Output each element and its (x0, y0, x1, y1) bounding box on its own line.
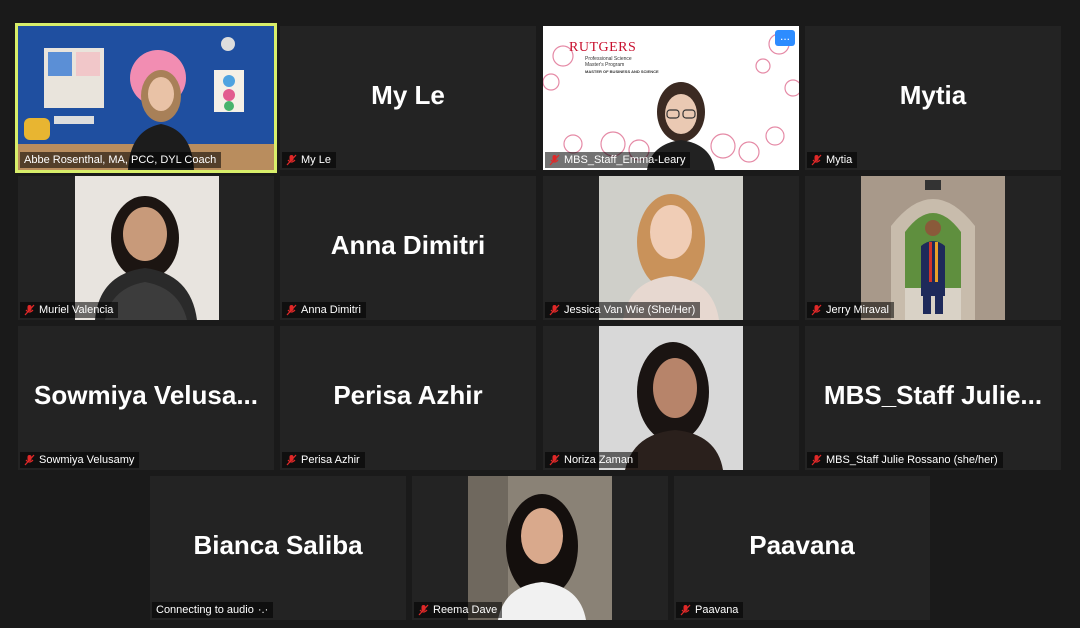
video-tile-anna-dimitri[interactable]: Anna Dimitri Anna Dimitri (280, 176, 536, 320)
participant-video (75, 176, 219, 320)
video-tile-muriel-valencia[interactable]: Muriel Valencia (18, 176, 274, 320)
muted-mic-icon (286, 154, 297, 166)
participant-display-name: Sowmiya Velusa... (34, 380, 258, 411)
muted-mic-icon (549, 454, 560, 466)
video-tile-abbe-rosenthal[interactable]: Abbe Rosenthal, MA, PCC, DYL Coach (15, 23, 277, 173)
participant-label: Mytia (807, 152, 858, 168)
participant-label: My Le (282, 152, 336, 168)
participant-display-name: Mytia (899, 80, 967, 111)
participant-name: Reema Dave (433, 604, 498, 616)
participant-label: Abbe Rosenthal, MA, PCC, DYL Coach (20, 152, 222, 168)
video-tile-paavana[interactable]: Paavana Paavana (674, 476, 930, 620)
participant-name: MBS_Staff Julie Rossano (she/her) (826, 454, 998, 466)
video-tile-jessica-van-wie[interactable]: Jessica Van Wie (She/Her) (543, 176, 799, 320)
participant-name: Noriza Zaman (564, 454, 634, 466)
video-tile-jerry-miraval[interactable]: Jerry Miraval (805, 176, 1061, 320)
video-tile-my-le[interactable]: My Le My Le (280, 26, 536, 170)
participant-name: Jerry Miraval (826, 304, 889, 316)
participant-name: Mytia (826, 154, 853, 166)
video-tile-bianca-saliba[interactable]: Bianca Saliba Connecting to audio ·.· (150, 476, 406, 620)
rutgers-logo: RUTGERS (569, 40, 637, 55)
muted-mic-icon (24, 304, 35, 316)
muted-mic-icon (549, 154, 560, 166)
participant-name: Sowmiya Velusamy (39, 454, 135, 466)
participant-label: Noriza Zaman (545, 452, 639, 468)
participant-label: MBS_Staff Julie Rossano (she/her) (807, 452, 1003, 468)
participant-display-name: Perisa Azhir (333, 380, 483, 411)
participant-name: Jessica Van Wie (She/Her) (564, 304, 696, 316)
muted-mic-icon (811, 454, 822, 466)
participant-name: Perisa Azhir (301, 454, 360, 466)
participant-label: Jerry Miraval (807, 302, 894, 318)
participant-label: Muriel Valencia (20, 302, 119, 318)
participant-name: Anna Dimitri (301, 304, 361, 316)
participant-name: Abbe Rosenthal, MA, PCC, DYL Coach (24, 154, 217, 166)
participant-label: MBS_Staff_Emma-Leary (545, 152, 691, 168)
participant-display-name: My Le (371, 80, 445, 111)
participant-display-name: Anna Dimitri (330, 230, 486, 261)
video-tile-julie-rossano[interactable]: MBS_Staff Julie... MBS_Staff Julie Rossa… (805, 326, 1061, 470)
video-tile-sowmiya-velusamy[interactable]: Sowmiya Velusa... Sowmiya Velusamy (18, 326, 274, 470)
video-tile-mytia[interactable]: Mytia Mytia (805, 26, 1061, 170)
muted-mic-icon (549, 304, 560, 316)
muted-mic-icon (24, 454, 35, 466)
video-tile-perisa-azhir[interactable]: Perisa Azhir Perisa Azhir (280, 326, 536, 470)
participant-display-name: Paavana (749, 530, 855, 561)
participant-video (599, 326, 743, 470)
connecting-audio-status: Connecting to audio (156, 604, 254, 616)
participant-name: Paavana (695, 604, 739, 616)
more-options-button[interactable]: ... (775, 30, 795, 46)
video-tile-noriza-zaman[interactable]: Noriza Zaman (543, 326, 799, 470)
participant-name: Muriel Valencia (39, 304, 114, 316)
participant-name: My Le (301, 154, 331, 166)
participant-video (599, 176, 743, 320)
muted-mic-icon (811, 154, 822, 166)
participant-name: MBS_Staff_Emma-Leary (564, 154, 686, 166)
participant-video (18, 26, 274, 170)
muted-mic-icon (418, 604, 429, 616)
participant-video (861, 176, 1005, 320)
muted-mic-icon (286, 304, 297, 316)
muted-mic-icon (811, 304, 822, 316)
participant-video (468, 476, 612, 620)
participant-display-name: Bianca Saliba (193, 530, 363, 561)
muted-mic-icon (680, 604, 691, 616)
video-tile-emma-leary[interactable]: RUTGERS Professional Science Master's Pr… (543, 26, 799, 170)
participant-label: Connecting to audio ·.· (152, 602, 274, 618)
participant-label: Sowmiya Velusamy (20, 452, 140, 468)
participant-label: Jessica Van Wie (She/Her) (545, 302, 701, 318)
participant-display-name: MBS_Staff Julie... (823, 380, 1043, 411)
participant-label: Reema Dave (414, 602, 503, 618)
connecting-indicator-icon: ·.· (257, 604, 269, 616)
slide-line-2: Master's Program (585, 62, 625, 68)
participant-label: Paavana (676, 602, 744, 618)
participant-label: Perisa Azhir (282, 452, 365, 468)
participant-label: Anna Dimitri (282, 302, 366, 318)
muted-mic-icon (286, 454, 297, 466)
slide-subtitle: Professional Science Master's Program (585, 56, 632, 68)
slide-line-3: MASTER OF BUSINESS AND SCIENCE (585, 69, 659, 74)
video-tile-reema-dave[interactable]: Reema Dave (412, 476, 668, 620)
